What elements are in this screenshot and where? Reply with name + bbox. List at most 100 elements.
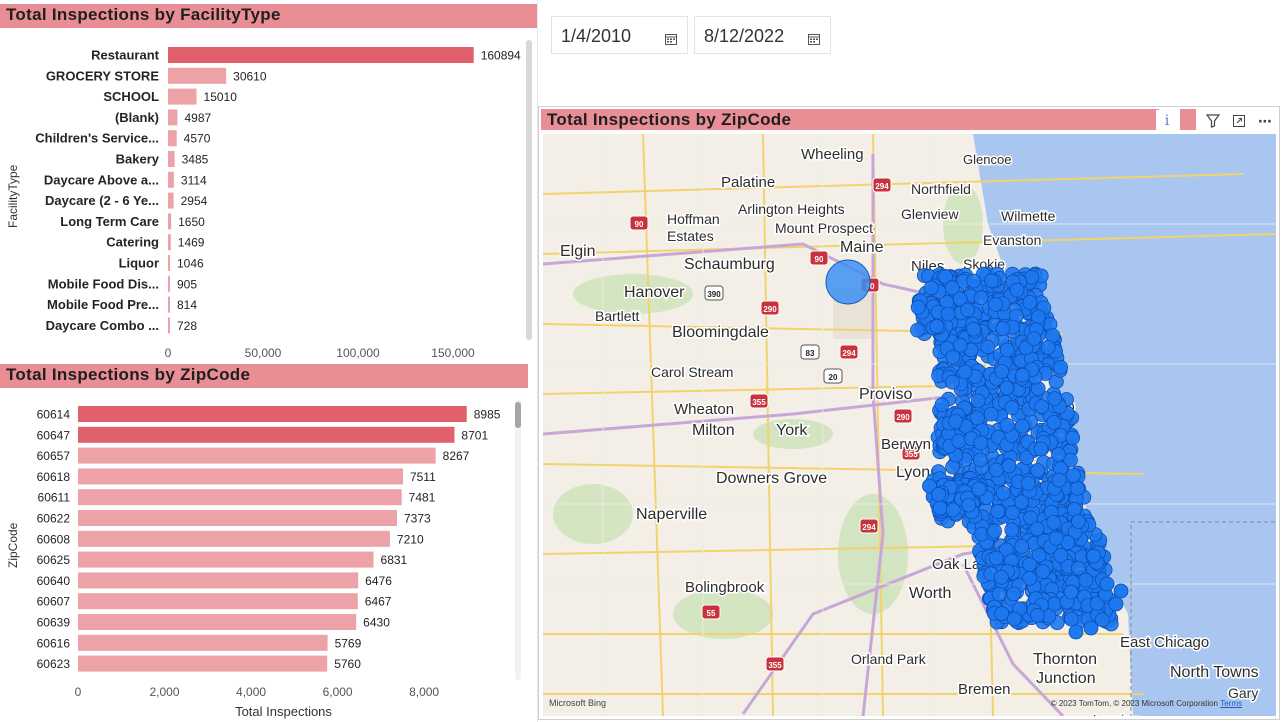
inspection-dot	[1034, 399, 1050, 415]
inspection-dot	[995, 485, 1011, 501]
category-label: 60607	[37, 595, 71, 609]
facility-scrollbar[interactable]	[526, 40, 532, 340]
inspection-dot	[1066, 467, 1081, 483]
bar[interactable]	[78, 510, 397, 526]
bar[interactable]	[78, 406, 467, 422]
category-label: Daycare Above a...	[44, 172, 159, 187]
bar[interactable]	[78, 572, 359, 589]
data-label: 15010	[204, 90, 238, 104]
inspection-dot	[910, 299, 926, 315]
bar[interactable]	[78, 614, 357, 630]
zip-chart-title: Total Inspections by ZipCode	[0, 364, 528, 388]
bar[interactable]	[168, 130, 177, 147]
inspection-dot	[966, 273, 982, 289]
data-label: 8985	[474, 408, 501, 422]
bar[interactable]	[78, 530, 390, 547]
inspection-dot	[1064, 611, 1079, 627]
inspection-dot	[1051, 447, 1066, 463]
more-options-icon[interactable]: ⋯	[1254, 110, 1276, 132]
bar[interactable]	[168, 67, 227, 84]
category-label: Bakery	[116, 152, 160, 167]
bar[interactable]	[168, 296, 170, 313]
facility-bar-chart[interactable]: Restaurant 160894 GROCERY STORE 30610 SCHOOL…	[0, 30, 525, 365]
bar[interactable]	[78, 634, 328, 651]
bar[interactable]	[168, 47, 474, 63]
map-place-label: Milton	[692, 422, 735, 439]
zip-scrollbar-thumb[interactable]	[515, 402, 521, 428]
data-label: 8701	[461, 428, 488, 442]
inspection-dot	[1065, 430, 1081, 446]
map-place-label: Evanston	[983, 232, 1041, 248]
map-place-label: Arlington Heights	[738, 201, 845, 217]
inspection-dot	[1070, 480, 1085, 496]
map-place-label: Carol Stream	[651, 364, 733, 380]
highway-shield-icon: 355	[765, 656, 785, 672]
category-label: Children's Service...	[35, 131, 159, 146]
calendar-icon[interactable]	[665, 29, 677, 50]
map-place-label: North Towns	[1170, 664, 1259, 681]
bar[interactable]	[168, 88, 197, 105]
inspection-dot	[945, 349, 961, 365]
x-tick-label: 2,000	[150, 685, 180, 699]
bar[interactable]	[168, 275, 170, 292]
data-label: 30610	[233, 69, 267, 83]
bar[interactable]	[168, 192, 174, 209]
map-place-label: Bremen	[958, 681, 1011, 698]
bar[interactable]	[78, 489, 402, 506]
map-place-label: Glenview	[901, 206, 959, 222]
map-terms-link[interactable]: Terms	[1220, 699, 1242, 708]
inspection-dot	[1030, 309, 1046, 325]
inspection-dot	[1022, 295, 1038, 310]
bar[interactable]	[78, 655, 328, 672]
filter-icon[interactable]	[1202, 110, 1224, 132]
data-label: 1046	[177, 257, 204, 271]
bar[interactable]	[168, 151, 175, 167]
inspection-dot	[1051, 472, 1067, 488]
inspection-dot	[980, 339, 996, 355]
map-place-label: Glencoe	[963, 152, 1011, 167]
facility-scrollbar-thumb[interactable]	[526, 40, 532, 340]
info-icon[interactable]: i	[1156, 110, 1178, 132]
inspection-dot	[910, 322, 925, 338]
inspection-dot	[1113, 583, 1129, 599]
category-label: Mobile Food Dis...	[48, 276, 159, 291]
inspection-dot	[929, 318, 945, 334]
bar[interactable]	[78, 468, 403, 485]
category-label: 60618	[37, 470, 71, 484]
bar[interactable]	[168, 213, 172, 230]
zip-bar-chart[interactable]: 60614 8985 60647 8701 60657 8267 60618 7511 6061…	[0, 396, 515, 722]
start-date-input[interactable]: 1/4/2010	[551, 16, 688, 54]
data-label: 7210	[397, 532, 424, 546]
map-canvas[interactable]: 902949039029083294203552902943555535580 …	[543, 134, 1276, 716]
x-tick-label: 0	[75, 685, 82, 699]
inspection-dot	[995, 321, 1011, 336]
map-place-label: Maine	[840, 239, 884, 256]
map-place-label: Wilmette	[1001, 208, 1056, 224]
data-label: 1469	[178, 236, 205, 250]
focus-mode-icon[interactable]	[1228, 110, 1250, 132]
highway-shield-icon: 390	[704, 285, 724, 301]
map-title: Total Inspections by ZipCode	[541, 109, 1159, 130]
calendar-icon[interactable]	[808, 29, 820, 50]
end-date-input[interactable]: 8/12/2022	[694, 16, 831, 54]
inspection-dot	[1071, 560, 1086, 576]
bar[interactable]	[168, 255, 170, 271]
map-copyright: © 2023 TomTom, © 2023 Microsoft Corporat…	[1050, 699, 1218, 708]
inspection-dot	[1099, 576, 1115, 592]
map-place-label: Lansing	[1093, 712, 1139, 716]
bar[interactable]	[168, 317, 170, 334]
zip-scrollbar[interactable]	[515, 400, 521, 680]
inspection-dot	[984, 273, 1000, 289]
bar[interactable]	[168, 171, 174, 188]
bar[interactable]	[168, 109, 178, 126]
x-tick-label: 8,000	[409, 685, 439, 699]
bar[interactable]	[78, 426, 455, 443]
bar[interactable]	[78, 551, 374, 568]
data-label: 6430	[363, 616, 390, 630]
highway-shield-icon: 294	[859, 518, 879, 534]
bar[interactable]	[78, 593, 358, 610]
inspection-dot	[944, 374, 960, 390]
data-label: 5760	[334, 657, 361, 671]
bar[interactable]	[78, 447, 436, 464]
bar[interactable]	[168, 234, 171, 251]
